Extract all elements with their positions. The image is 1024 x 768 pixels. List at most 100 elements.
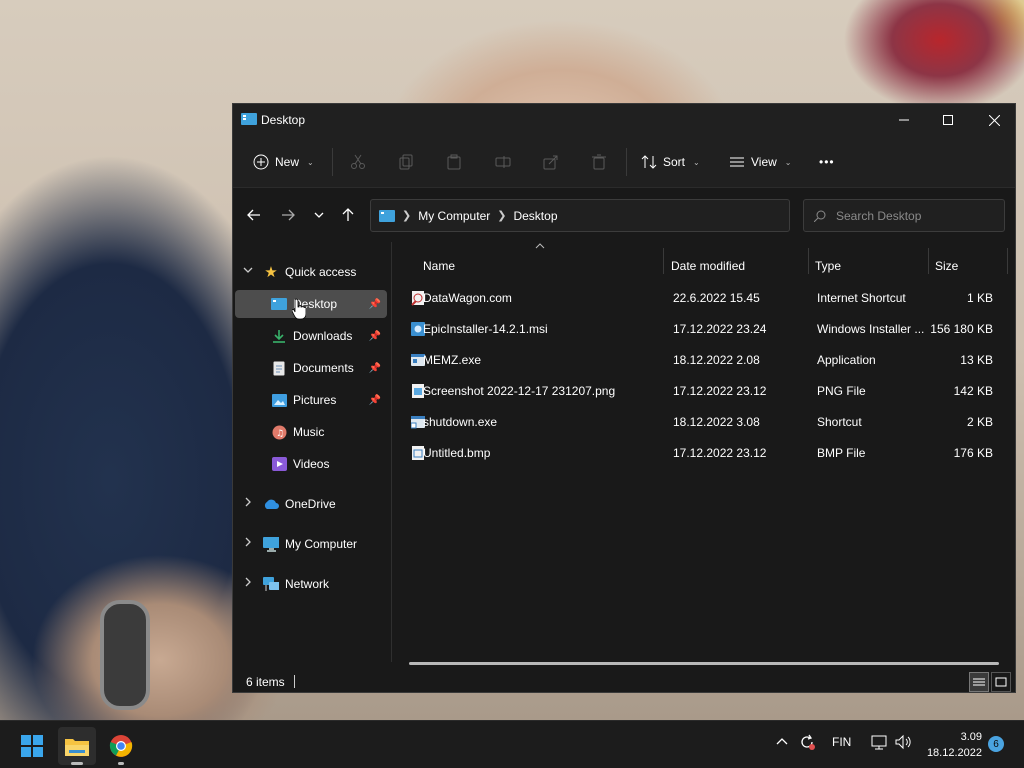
sort-button[interactable]: Sort ⌄ bbox=[641, 150, 700, 174]
sidebar-item-videos[interactable]: Videos bbox=[235, 450, 387, 478]
update-icon[interactable] bbox=[798, 733, 816, 754]
scissors-icon bbox=[351, 154, 365, 169]
pin-icon[interactable]: 📌 bbox=[369, 331, 381, 342]
file-explorer-window: Desktop New ⌄ Sort ⌄ View ⌄ ••• ❯ My Com… bbox=[232, 103, 1016, 693]
new-button[interactable]: New ⌄ bbox=[253, 150, 314, 174]
view-list-icon bbox=[730, 157, 744, 167]
pin-icon[interactable]: 📌 bbox=[369, 299, 381, 310]
recent-locations-button[interactable] bbox=[307, 203, 331, 227]
file-type: Internet Shortcut bbox=[817, 291, 906, 305]
language-indicator[interactable]: FIN bbox=[832, 735, 851, 749]
sidebar-item-desktop[interactable]: Desktop 📌 bbox=[235, 290, 387, 318]
navigation-pane: ★ Quick access Desktop 📌 Downloads 📌 Doc… bbox=[233, 242, 391, 662]
up-button[interactable] bbox=[336, 203, 360, 227]
pin-icon[interactable]: 📌 bbox=[369, 395, 381, 406]
volume-icon[interactable] bbox=[894, 734, 912, 753]
chevron-right-icon: ❯ bbox=[497, 210, 507, 222]
trash-icon bbox=[592, 154, 606, 170]
sidebar-item-network[interactable]: Network bbox=[235, 570, 387, 598]
minimize-button[interactable] bbox=[881, 104, 927, 136]
column-divider[interactable] bbox=[928, 248, 929, 274]
column-divider[interactable] bbox=[1007, 248, 1008, 274]
file-name: EpicInstaller-14.2.1.msi bbox=[423, 322, 548, 336]
sidebar-item-quick-access[interactable]: ★ Quick access bbox=[235, 258, 387, 286]
file-date: 18.12.2022 2.08 bbox=[673, 353, 760, 367]
taskbar-chrome[interactable] bbox=[102, 727, 140, 765]
details-view-icon bbox=[973, 678, 985, 686]
search-box[interactable]: Search Desktop bbox=[803, 199, 1005, 232]
paste-button[interactable] bbox=[442, 150, 466, 174]
share-button[interactable] bbox=[539, 150, 563, 174]
file-row[interactable]: MEMZ.exe 18.12.2022 2.08 Application 13 … bbox=[403, 347, 1005, 373]
copy-icon bbox=[399, 154, 413, 170]
cut-button[interactable] bbox=[346, 150, 370, 174]
file-row[interactable]: shutdown.exe 18.12.2022 3.08 Shortcut 2 … bbox=[403, 409, 1005, 435]
delete-button[interactable] bbox=[587, 150, 611, 174]
copy-button[interactable] bbox=[394, 150, 418, 174]
arrow-up-icon bbox=[342, 208, 354, 221]
column-header-size[interactable]: Size bbox=[935, 250, 958, 282]
pictures-icon bbox=[271, 392, 287, 408]
download-icon bbox=[271, 328, 287, 344]
file-name: MEMZ.exe bbox=[423, 353, 482, 367]
sidebar-item-label: OneDrive bbox=[285, 497, 336, 511]
sidebar-item-my-computer[interactable]: My Computer bbox=[235, 530, 387, 558]
close-icon bbox=[988, 114, 1000, 126]
details-view-button[interactable] bbox=[969, 672, 989, 692]
file-row[interactable]: DataWagon.com 22.6.2022 15.45 Internet S… bbox=[403, 285, 1005, 311]
show-hidden-icons-button[interactable] bbox=[776, 735, 788, 749]
arrow-right-icon bbox=[282, 209, 295, 221]
column-divider[interactable] bbox=[663, 248, 664, 274]
column-header-date-modified[interactable]: Date modified bbox=[671, 250, 745, 282]
file-date: 17.12.2022 23.12 bbox=[673, 446, 767, 460]
maximize-button[interactable] bbox=[925, 104, 971, 136]
file-row[interactable]: Screenshot 2022-12-17 231207.png 17.12.2… bbox=[403, 378, 1005, 404]
toolbar-divider bbox=[332, 148, 333, 176]
pin-icon[interactable]: 📌 bbox=[369, 363, 381, 374]
chevron-down-icon: ⌄ bbox=[307, 157, 314, 167]
notification-badge[interactable]: 6 bbox=[988, 736, 1004, 752]
file-type: BMP File bbox=[817, 446, 866, 460]
chevron-up-icon bbox=[776, 738, 788, 745]
clock[interactable]: 3.09 18.12.2022 bbox=[922, 729, 982, 761]
desktop-icon bbox=[379, 209, 395, 222]
sidebar-item-music[interactable]: ♫ Music bbox=[235, 418, 387, 446]
horizontal-scrollbar[interactable] bbox=[409, 662, 999, 665]
taskbar-file-explorer[interactable] bbox=[58, 727, 96, 765]
more-options-button[interactable]: ••• bbox=[819, 150, 835, 174]
breadcrumb-my-computer[interactable]: My Computer bbox=[418, 209, 490, 223]
view-button[interactable]: View ⌄ bbox=[729, 150, 792, 174]
sidebar-item-documents[interactable]: Documents 📌 bbox=[235, 354, 387, 382]
network-tray-icon[interactable] bbox=[870, 734, 888, 753]
file-type: PNG File bbox=[817, 384, 866, 398]
close-button[interactable] bbox=[971, 104, 1017, 136]
status-bar: 6 items bbox=[233, 670, 1015, 692]
sidebar-item-onedrive[interactable]: OneDrive bbox=[235, 490, 387, 518]
title-bar[interactable]: Desktop bbox=[233, 104, 1015, 136]
forward-button[interactable] bbox=[276, 203, 300, 227]
svg-text:♫: ♫ bbox=[276, 429, 284, 439]
column-header-type[interactable]: Type bbox=[815, 250, 841, 282]
file-size: 176 KB bbox=[953, 446, 993, 460]
chevron-down-icon bbox=[314, 212, 324, 218]
file-type: Windows Installer ... bbox=[817, 322, 925, 336]
file-name: Screenshot 2022-12-17 231207.png bbox=[423, 384, 616, 398]
start-button[interactable] bbox=[13, 727, 51, 765]
sidebar-item-pictures[interactable]: Pictures 📌 bbox=[235, 386, 387, 414]
pane-divider[interactable] bbox=[391, 242, 392, 662]
file-name: Untitled.bmp bbox=[423, 446, 491, 460]
breadcrumb-desktop[interactable]: Desktop bbox=[513, 209, 557, 223]
rename-button[interactable] bbox=[491, 150, 515, 174]
thumbnail-view-button[interactable] bbox=[991, 672, 1011, 692]
address-bar[interactable]: ❯ My Computer ❯ Desktop bbox=[370, 199, 915, 232]
thumbnail-view-icon bbox=[995, 677, 1007, 687]
file-row[interactable]: Untitled.bmp 17.12.2022 23.12 BMP File 1… bbox=[403, 440, 1005, 466]
file-row[interactable]: EpicInstaller-14.2.1.msi 17.12.2022 23.2… bbox=[403, 316, 1005, 342]
window-title: Desktop bbox=[261, 113, 306, 127]
item-count: 6 items bbox=[246, 675, 285, 689]
chevron-right-icon: ❯ bbox=[402, 210, 412, 222]
column-header-name[interactable]: Name bbox=[423, 250, 455, 282]
sidebar-item-downloads[interactable]: Downloads 📌 bbox=[235, 322, 387, 350]
back-button[interactable] bbox=[242, 203, 266, 227]
column-divider[interactable] bbox=[808, 248, 809, 274]
